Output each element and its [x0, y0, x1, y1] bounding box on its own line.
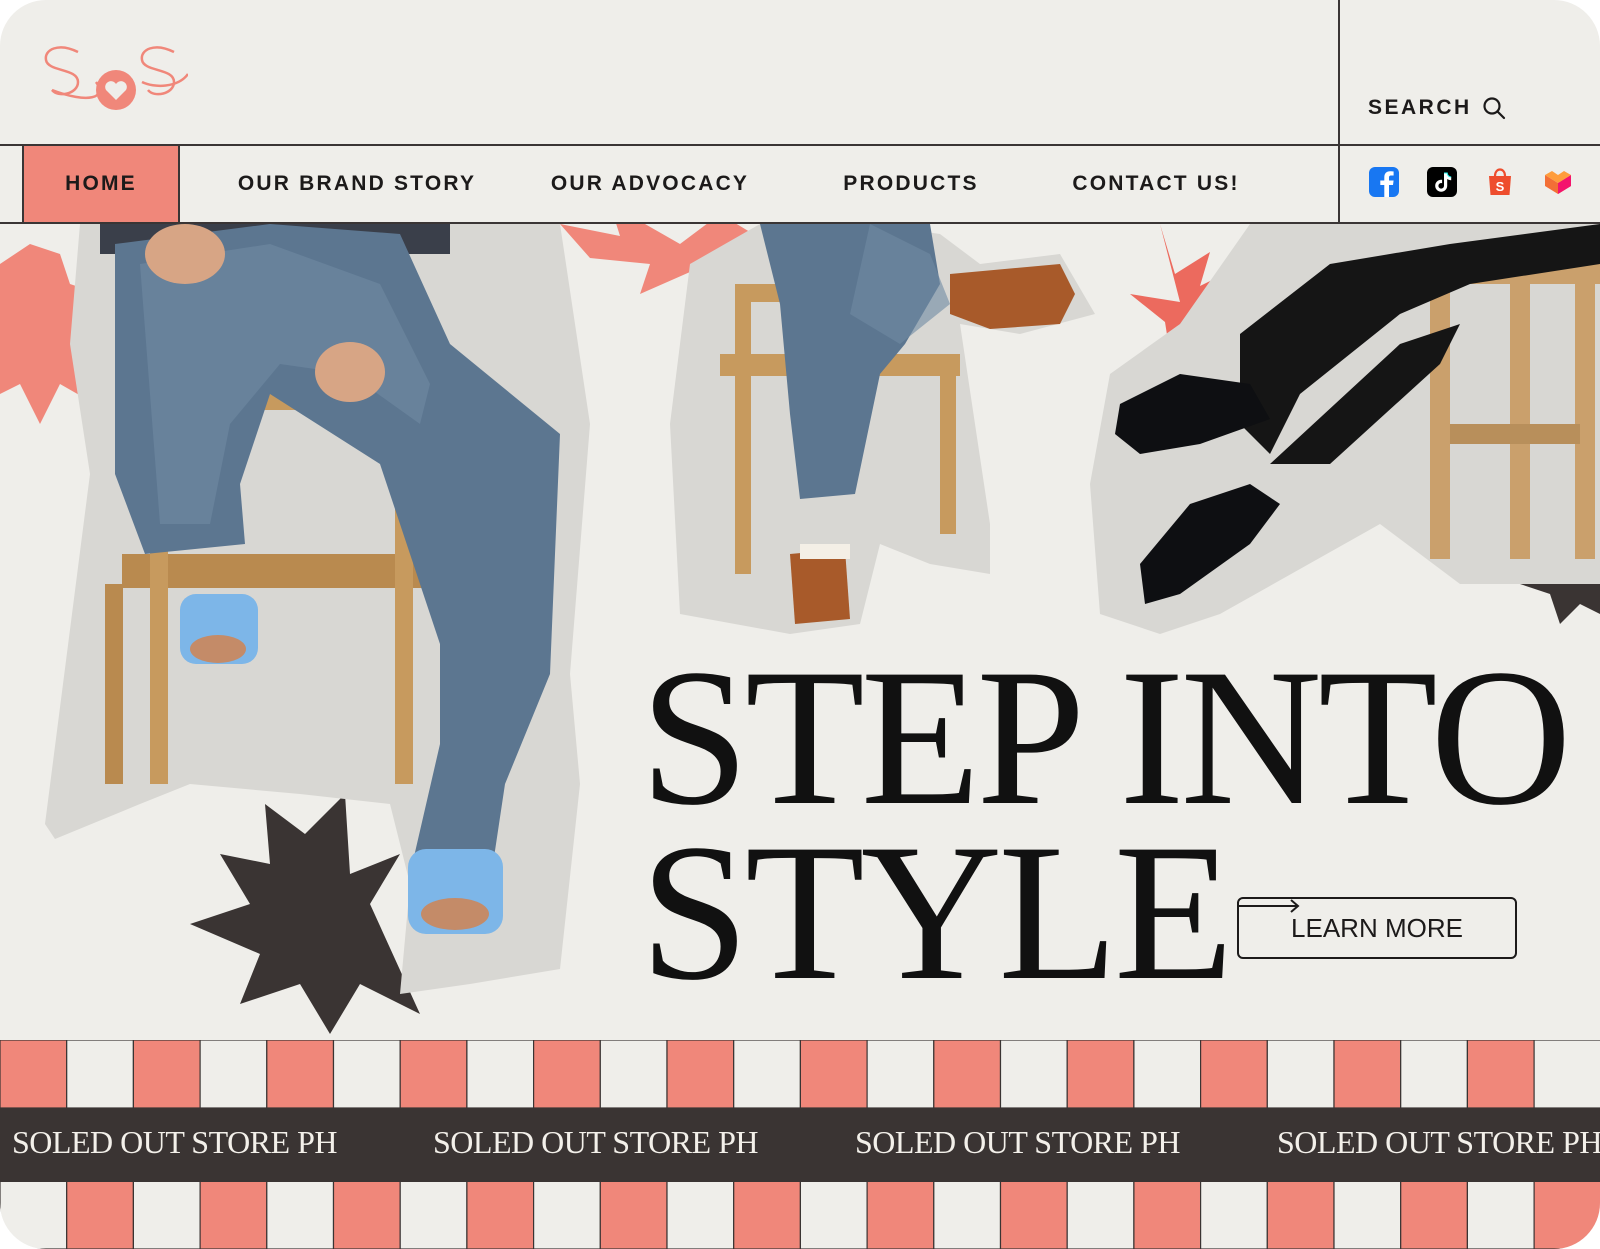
- shopee-icon[interactable]: S: [1484, 166, 1516, 198]
- checker-tile: [1066, 1040, 1135, 1109]
- checker-tile: [1133, 1040, 1202, 1109]
- learn-more-button[interactable]: LEARN MORE: [1237, 897, 1517, 959]
- checker-tile: [1466, 1040, 1535, 1109]
- nav-label-contact: CONTACT US!: [1072, 172, 1240, 195]
- nav-label-products: PRODUCTS: [843, 172, 979, 195]
- checker-tile: [132, 1040, 201, 1109]
- checker-tile: [132, 1180, 201, 1249]
- checker-tile: [933, 1040, 1002, 1109]
- checker-tile: [466, 1180, 535, 1249]
- photo-brown-maryjanes[interactable]: [670, 224, 1095, 634]
- checker-tile: [1333, 1040, 1402, 1109]
- checker-tile: [66, 1180, 134, 1249]
- checker-tile: [199, 1040, 268, 1109]
- nav-item-home[interactable]: HOME: [22, 146, 180, 222]
- checker-tile: [399, 1040, 468, 1109]
- nav-item-contact[interactable]: CONTACT US!: [1056, 146, 1256, 222]
- checker-tile: [532, 1040, 601, 1109]
- checker-tile: [1266, 1180, 1335, 1249]
- nav-item-products[interactable]: PRODUCTS: [766, 146, 1056, 222]
- learn-more-label: LEARN MORE: [1291, 912, 1463, 943]
- brand-logo[interactable]: [38, 38, 188, 118]
- checker-tile: [399, 1180, 468, 1249]
- checker-tile: [1199, 1180, 1268, 1249]
- header: [0, 0, 1600, 145]
- banner-text: SOLED OUT STORE PH: [12, 1124, 337, 1160]
- checker-tile: [466, 1040, 535, 1109]
- checker-tile: [0, 1040, 68, 1109]
- checker-tile: [599, 1040, 668, 1109]
- svg-text:S: S: [1496, 179, 1505, 194]
- checker-tile: [799, 1180, 868, 1249]
- checker-tile: [266, 1040, 335, 1109]
- checker-tile: [933, 1180, 1002, 1249]
- checker-tile: [66, 1040, 134, 1109]
- checker-tile: [1400, 1040, 1468, 1109]
- checker-tile: [1533, 1040, 1600, 1109]
- checker-tile: [733, 1040, 802, 1109]
- main-nav: HOME OUR BRAND STORY OUR ADVOCACY PRODUC…: [22, 146, 1256, 222]
- arrow-right-icon: [1239, 899, 1300, 913]
- checker-tile: [799, 1040, 868, 1109]
- tiktok-icon[interactable]: [1426, 166, 1458, 198]
- checker-tile: [1466, 1180, 1535, 1249]
- facebook-icon[interactable]: [1368, 166, 1400, 198]
- checker-tile: [666, 1040, 735, 1109]
- headline-line-1: STEP INTO: [640, 629, 1572, 846]
- search-button[interactable]: SEARCH: [1368, 96, 1506, 120]
- checker-tile: [866, 1040, 935, 1109]
- checker-tile: [1066, 1180, 1135, 1249]
- nav-label-home: HOME: [65, 172, 137, 195]
- checker-tile: [733, 1180, 802, 1249]
- nav-item-brand-story[interactable]: OUR BRAND STORY: [180, 146, 534, 222]
- search-label: SEARCH: [1368, 96, 1472, 119]
- header-divider-vertical: [1338, 0, 1340, 224]
- checker-tile: [1333, 1180, 1402, 1249]
- checker-tile: [1533, 1180, 1600, 1249]
- nav-item-advocacy[interactable]: OUR ADVOCACY: [534, 146, 766, 222]
- banner-text: SOLED OUT STORE PH: [855, 1124, 1180, 1160]
- checker-tile: [532, 1180, 601, 1249]
- checker-tile: [599, 1180, 668, 1249]
- lazada-icon[interactable]: [1542, 166, 1574, 198]
- starburst-bottom-dark: [190, 794, 420, 1034]
- checker-tile: [1400, 1180, 1468, 1249]
- photo-black-ballet-flats[interactable]: [1090, 224, 1600, 634]
- checker-tile: [1133, 1180, 1202, 1249]
- checker-tile: [999, 1040, 1068, 1109]
- banner-text: SOLED OUT STORE PH: [433, 1124, 758, 1160]
- checker-tile: [266, 1180, 335, 1249]
- hero-section: STEP INTO STYLE LEARN MORE: [0, 224, 1600, 1042]
- search-icon: [1483, 97, 1505, 120]
- checker-tile: [999, 1180, 1068, 1249]
- checker-tile: [866, 1180, 935, 1249]
- checker-tile: [1199, 1040, 1268, 1109]
- nav-label-advocacy: OUR ADVOCACY: [550, 172, 750, 195]
- checker-tile: [199, 1180, 268, 1249]
- page-frame: SEARCH HOME OUR BRAND STORY OUR ADVOCACY…: [0, 0, 1600, 1249]
- banner-text: SOLED OUT STORE PH: [1277, 1124, 1600, 1160]
- checker-tile: [1266, 1040, 1335, 1109]
- checker-tile: [0, 1180, 68, 1249]
- checker-tile: [332, 1040, 401, 1109]
- checker-tile: [332, 1180, 401, 1249]
- checker-tile: [666, 1180, 735, 1249]
- social-links: S: [1368, 166, 1574, 198]
- nav-label-brand-story: OUR BRAND STORY: [237, 172, 477, 195]
- marquee-banner: SOLED OUT STORE PH SOLED OUT STORE PH SO…: [0, 1108, 1600, 1182]
